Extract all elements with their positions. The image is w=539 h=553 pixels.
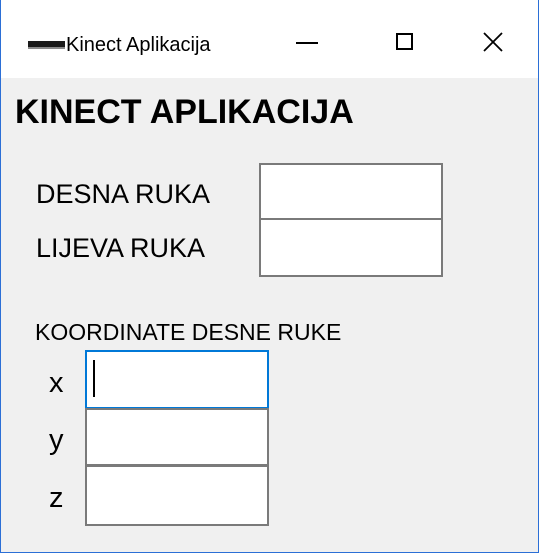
z-axis-label: z — [49, 482, 64, 514]
minimize-icon — [296, 42, 318, 44]
maximize-button[interactable] — [381, 26, 427, 60]
y-axis-label: y — [49, 424, 64, 456]
page-heading: KINECT APLIKACIJA — [15, 93, 354, 131]
text-cursor — [93, 360, 95, 397]
left-hand-field[interactable] — [259, 218, 443, 277]
y-coordinate-field[interactable] — [85, 408, 269, 466]
coordinates-label: KOORDINATE DESNE RUKE — [35, 319, 342, 345]
right-hand-field[interactable] — [259, 163, 443, 220]
z-coordinate-field[interactable] — [85, 465, 269, 526]
maximize-icon — [396, 33, 413, 50]
window-title: Kinect Aplikacija — [66, 34, 211, 56]
minimize-button[interactable] — [286, 26, 332, 60]
app-icon — [28, 41, 65, 49]
x-coordinate-field[interactable] — [85, 350, 269, 409]
right-hand-label: DESNA RUKA — [36, 179, 211, 209]
app-window: Kinect Aplikacija KINECT APLIKACIJA DESN… — [0, 0, 539, 553]
left-hand-label: LIJEVA RUKA — [36, 233, 206, 263]
title-bar[interactable]: Kinect Aplikacija — [1, 0, 538, 78]
close-icon — [483, 32, 503, 52]
x-axis-label: x — [49, 367, 64, 399]
close-button[interactable] — [467, 26, 513, 60]
